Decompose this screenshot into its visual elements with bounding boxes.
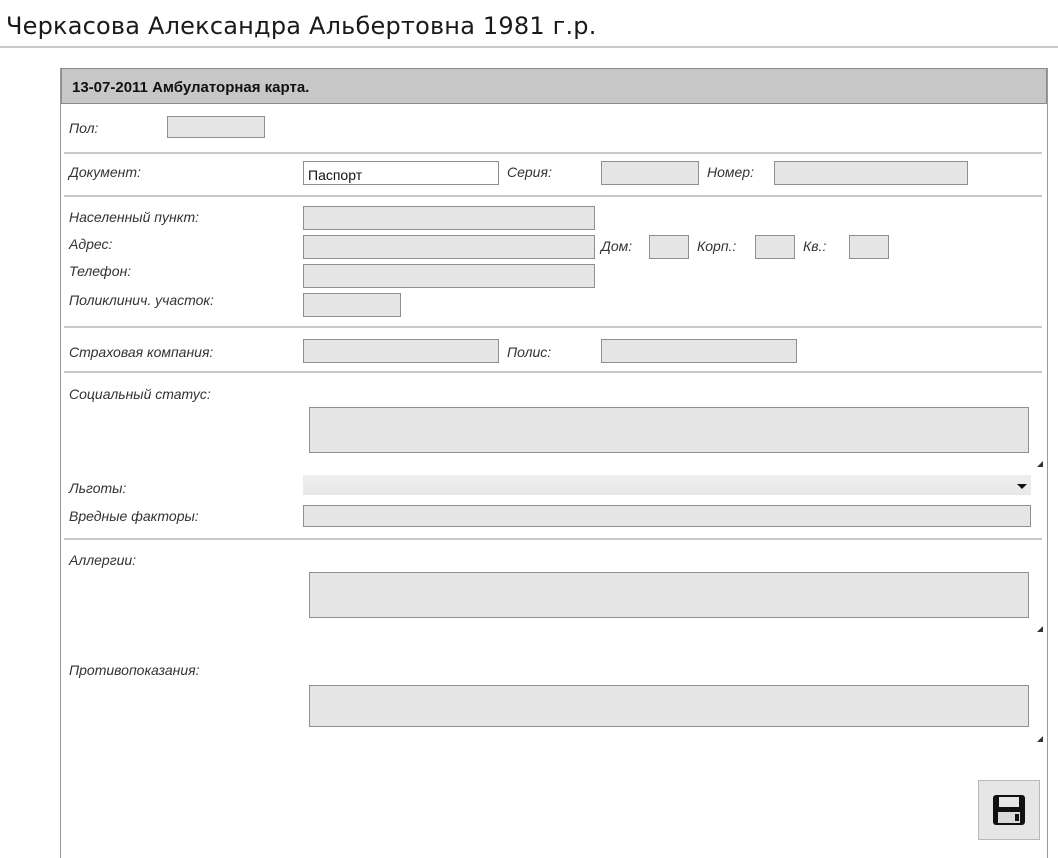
series-field[interactable]	[601, 161, 699, 185]
document-field[interactable]: Паспорт	[303, 161, 499, 185]
number-field[interactable]	[774, 161, 968, 185]
apartment-label: Кв.:	[803, 238, 827, 254]
benefits-label: Льготы:	[69, 480, 127, 496]
resize-grip-icon[interactable]	[1037, 736, 1043, 742]
section-divider	[64, 326, 1042, 328]
resize-grip-icon[interactable]	[1037, 626, 1043, 632]
building-field[interactable]	[755, 235, 795, 259]
building-label: Корп.:	[697, 238, 737, 254]
document-label: Документ:	[69, 164, 141, 180]
save-button[interactable]	[978, 780, 1040, 840]
allergies-textarea[interactable]	[309, 572, 1029, 618]
address-field[interactable]	[303, 235, 595, 259]
address-label: Адрес:	[69, 236, 113, 252]
policy-field[interactable]	[601, 339, 797, 363]
allergies-label: Аллергии:	[69, 552, 137, 568]
resize-grip-icon[interactable]	[1037, 461, 1043, 467]
hazards-label: Вредные факторы:	[69, 508, 199, 524]
house-field[interactable]	[649, 235, 689, 259]
section-divider	[64, 538, 1042, 540]
phone-field[interactable]	[303, 264, 595, 288]
locality-label: Населенный пункт:	[69, 209, 200, 225]
series-label: Серия:	[507, 164, 552, 180]
title-divider	[0, 46, 1058, 48]
sex-field[interactable]	[167, 116, 265, 138]
number-label: Номер:	[707, 164, 754, 180]
clinic-area-label: Поликлинич. участок:	[69, 292, 214, 308]
phone-label: Телефон:	[69, 263, 132, 279]
insurance-field[interactable]	[303, 339, 499, 363]
clinic-area-field[interactable]	[303, 293, 401, 317]
floppy-disk-icon	[993, 795, 1025, 825]
insurance-label: Страховая компания:	[69, 344, 214, 360]
hazards-field[interactable]	[303, 505, 1031, 527]
chevron-down-icon[interactable]	[1017, 484, 1027, 489]
benefits-select[interactable]	[303, 475, 1031, 495]
social-status-label: Социальный статус:	[69, 386, 211, 402]
house-label: Дом:	[601, 238, 633, 254]
section-divider	[64, 371, 1042, 373]
card-header: 13-07-2011 Амбулаторная карта.	[61, 68, 1047, 104]
social-status-textarea[interactable]	[309, 407, 1029, 453]
contraindications-textarea[interactable]	[309, 685, 1029, 727]
contraindications-label: Противопоказания:	[69, 662, 200, 678]
locality-field[interactable]	[303, 206, 595, 230]
outpatient-card: 13-07-2011 Амбулаторная карта. Пол: Доку…	[60, 68, 1048, 858]
policy-label: Полис:	[507, 344, 552, 360]
section-divider	[64, 195, 1042, 197]
apartment-field[interactable]	[849, 235, 889, 259]
patient-name-title: Черкасова Александра Альбертовна 1981 г.…	[6, 12, 597, 40]
section-divider	[64, 152, 1042, 154]
sex-label: Пол:	[69, 120, 99, 136]
